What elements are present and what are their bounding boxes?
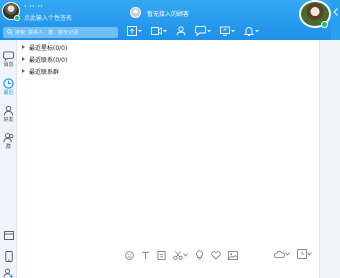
sidebar-item-label: 好友 — [3, 117, 14, 123]
image-icon — [228, 250, 238, 260]
video-call-button[interactable] — [151, 27, 167, 35]
phone-button[interactable] — [0, 251, 17, 262]
message-icon — [3, 51, 14, 61]
screenshot-button[interactable] — [173, 250, 188, 260]
search-icon — [7, 29, 13, 35]
screen-share-button[interactable] — [127, 26, 142, 36]
list-item[interactable]: 最近联系(0/0) — [22, 54, 67, 64]
chat-title: 暂无接入的顾客 — [147, 11, 190, 18]
chevron-down-icon — [138, 30, 142, 32]
sidebar-item-label: 最近 — [3, 90, 14, 96]
search-box[interactable] — [3, 27, 118, 38]
contact-list: 最近星标(0/0) 最近联系(0/0) 最近联系群 — [17, 40, 121, 278]
history-icon — [297, 249, 307, 259]
favorite-button[interactable] — [211, 250, 221, 260]
image-button[interactable] — [228, 250, 238, 260]
online-status-icon — [321, 21, 328, 28]
group-icon — [3, 133, 13, 143]
panel-button[interactable] — [0, 231, 17, 240]
video-call-icon — [151, 27, 162, 35]
collapse-arrow-icon[interactable] — [333, 8, 339, 16]
share-screen-icon — [220, 26, 230, 36]
sidebar-item-recent[interactable]: 最近 — [0, 78, 17, 96]
emoji-button[interactable] — [125, 250, 134, 260]
sidebar-item-messages[interactable]: 消息 — [0, 51, 17, 68]
chat-bubble-icon — [195, 26, 206, 36]
search-input[interactable] — [15, 28, 115, 37]
notification-button[interactable] — [244, 26, 259, 36]
customer-avatar — [130, 7, 141, 18]
personal-signature[interactable]: 点此输入个性签名 — [24, 13, 72, 22]
add-contact-button[interactable] — [176, 26, 186, 36]
list-item-label: 最近联系(0/0) — [29, 56, 68, 64]
share-screen-button[interactable] — [220, 26, 235, 36]
expand-arrow-icon — [22, 45, 25, 49]
chevron-down-icon — [307, 252, 312, 256]
phone-icon — [4, 251, 13, 262]
list-item-label: 最近联系群 — [29, 68, 60, 76]
chevron-down-icon — [285, 252, 290, 256]
panel-icon — [3, 231, 14, 240]
chevron-down-icon — [183, 253, 188, 257]
sidebar-item-label: 群 — [5, 144, 11, 150]
shake-button[interactable] — [195, 250, 204, 260]
chevron-down-icon — [255, 30, 259, 32]
emoji-icon — [125, 250, 134, 260]
add-friend-button[interactable] — [0, 268, 17, 278]
scissors-icon — [173, 250, 183, 260]
window-edge — [331, 0, 340, 40]
chat-side-panel — [319, 40, 340, 278]
expand-arrow-icon — [22, 69, 25, 73]
chevron-down-icon — [163, 30, 167, 32]
clock-icon — [3, 78, 14, 89]
sidebar-nav: 消息 最近 好友 群 — [0, 40, 17, 278]
list-item[interactable]: 最近联系群 — [22, 66, 59, 76]
sidebar-item-groups[interactable]: 群 — [0, 132, 17, 150]
text-icon — [141, 251, 150, 259]
lightbulb-icon — [196, 250, 203, 260]
chevron-down-icon — [207, 30, 211, 32]
cloud-button[interactable] — [274, 250, 290, 259]
chat-message-area[interactable] — [121, 40, 319, 247]
list-item-label: 最近星标(0/0) — [29, 44, 68, 52]
heart-icon — [211, 250, 221, 260]
chevron-down-icon — [231, 30, 235, 32]
sidebar-item-friends[interactable]: 好友 — [0, 105, 17, 123]
person-icon — [3, 105, 14, 116]
screen-share-icon — [127, 26, 137, 36]
history-button[interactable] — [297, 249, 312, 259]
clipboard-button[interactable] — [157, 250, 166, 260]
person-add-icon — [3, 268, 14, 278]
bell-icon — [244, 27, 254, 36]
message-input[interactable] — [121, 263, 319, 278]
sidebar-item-label: 消息 — [3, 62, 14, 68]
chat-toolbar — [127, 25, 268, 37]
clipboard-icon — [157, 250, 166, 260]
list-item[interactable]: 最近星标(0/0) — [22, 42, 67, 52]
text-format-button[interactable] — [141, 251, 150, 260]
user-nickname[interactable]: · ·· ·· — [24, 3, 43, 10]
online-status-icon[interactable] — [14, 15, 20, 21]
input-toolbar — [121, 247, 319, 263]
chat-bubble-button[interactable] — [195, 26, 211, 36]
expand-arrow-icon — [22, 57, 25, 61]
cloud-icon — [274, 250, 285, 258]
add-contact-icon — [176, 26, 186, 36]
left-header: · ·· ·· 点此输入个性签名 — [0, 0, 121, 40]
input-toolbar-right — [274, 249, 319, 259]
